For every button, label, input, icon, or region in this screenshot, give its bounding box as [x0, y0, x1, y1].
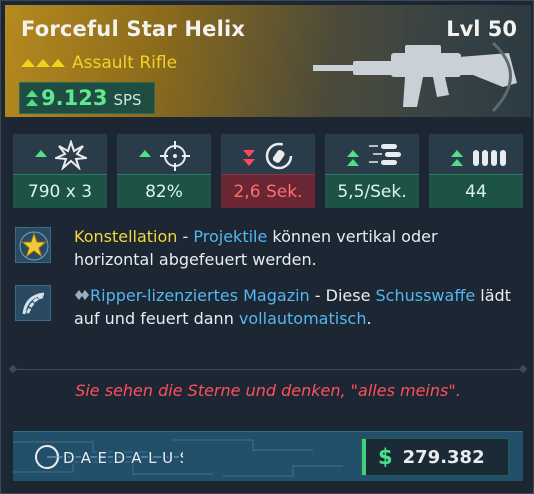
flavor-text: Sie sehen die Sterne und denken, "alles … [75, 381, 461, 400]
sps-value: 9.123 [41, 86, 108, 110]
price-box: $ 279.382 [361, 438, 509, 476]
ripper-magazine-perk-text: Ripper-lizenziertes Magazin - Diese Schu… [74, 284, 514, 330]
stat-down-arrow-icon [243, 150, 255, 166]
sps-unit: SPS [113, 90, 142, 109]
reload-timer-icon [265, 142, 293, 170]
stat-accuracy: 82% [117, 134, 211, 208]
rarity-row: Assault Rifle [21, 53, 177, 73]
section-divider [13, 369, 523, 370]
stat-value: 790 x 3 [27, 181, 93, 202]
perk-separator: - Diese [309, 286, 376, 305]
currency-icon: $ [378, 445, 393, 469]
perk-keyword-link[interactable]: vollautomatisch [239, 309, 367, 328]
weapon-type: Assault Rifle [72, 53, 178, 73]
constellation-perk-icon [15, 227, 51, 263]
stat-magazine: 44 [429, 134, 523, 208]
stat-up-arrow-icon [35, 150, 47, 157]
manufacturer-name: DAEDALUS [63, 449, 183, 467]
item-footer: DAEDALUS $ 279.382 [13, 431, 523, 481]
stat-value: 44 [465, 181, 487, 202]
perk-separator: - [177, 227, 194, 246]
manufacturer-logo: DAEDALUS [35, 445, 183, 469]
magazine-icon [473, 150, 506, 166]
upgrade-arrows-icon [26, 90, 38, 106]
assault-rifle-icon [313, 41, 517, 113]
ripper-magazine-perk-icon [15, 285, 51, 321]
stat-reload: 2,6 Sek. [221, 134, 315, 208]
rarity-chevron-icon [51, 59, 65, 67]
crosshair-icon [160, 141, 190, 171]
stats-row: 790 x 3 82% 2,6 Sek. 5,5/Sek. 44 [13, 134, 523, 208]
divider-dot [8, 364, 18, 374]
perk-name: Konstellation [74, 227, 178, 246]
fire-rate-bullets-icon [369, 144, 401, 165]
stat-up-arrow-icon [451, 150, 463, 166]
item-card: Forceful Star Helix Lvl 50 Assault Rifle… [0, 0, 534, 494]
stat-up-arrow-icon [347, 150, 359, 166]
ripper-logo-icon [75, 290, 89, 300]
damage-burst-icon [55, 140, 87, 170]
stat-value: 2,6 Sek. [233, 181, 303, 202]
rarity-chevron-icon [21, 59, 35, 67]
stat-value: 5,5/Sek. [337, 181, 407, 202]
stat-value: 82% [145, 181, 183, 202]
constellation-perk-text: Konstellation - Projektile können vertik… [74, 225, 514, 271]
divider-dot [518, 364, 528, 374]
price-accent-bar [362, 439, 366, 475]
sps-badge: 9.123 SPS [19, 82, 155, 114]
stat-damage: 790 x 3 [13, 134, 107, 208]
perk-description-end: . [366, 309, 372, 328]
perk-name[interactable]: Ripper-lizenziertes Magazin [90, 286, 310, 305]
item-header: Forceful Star Helix Lvl 50 Assault Rifle… [5, 5, 531, 117]
item-name: Forceful Star Helix [21, 17, 246, 41]
stat-up-arrow-icon [139, 150, 151, 157]
price-value: 279.382 [402, 446, 485, 468]
stat-fire-rate: 5,5/Sek. [325, 134, 419, 208]
rarity-chevron-icon [36, 59, 50, 67]
perk-keyword-link[interactable]: Projektile [193, 227, 267, 246]
perk-keyword-link[interactable]: Schusswaffe [376, 286, 476, 305]
